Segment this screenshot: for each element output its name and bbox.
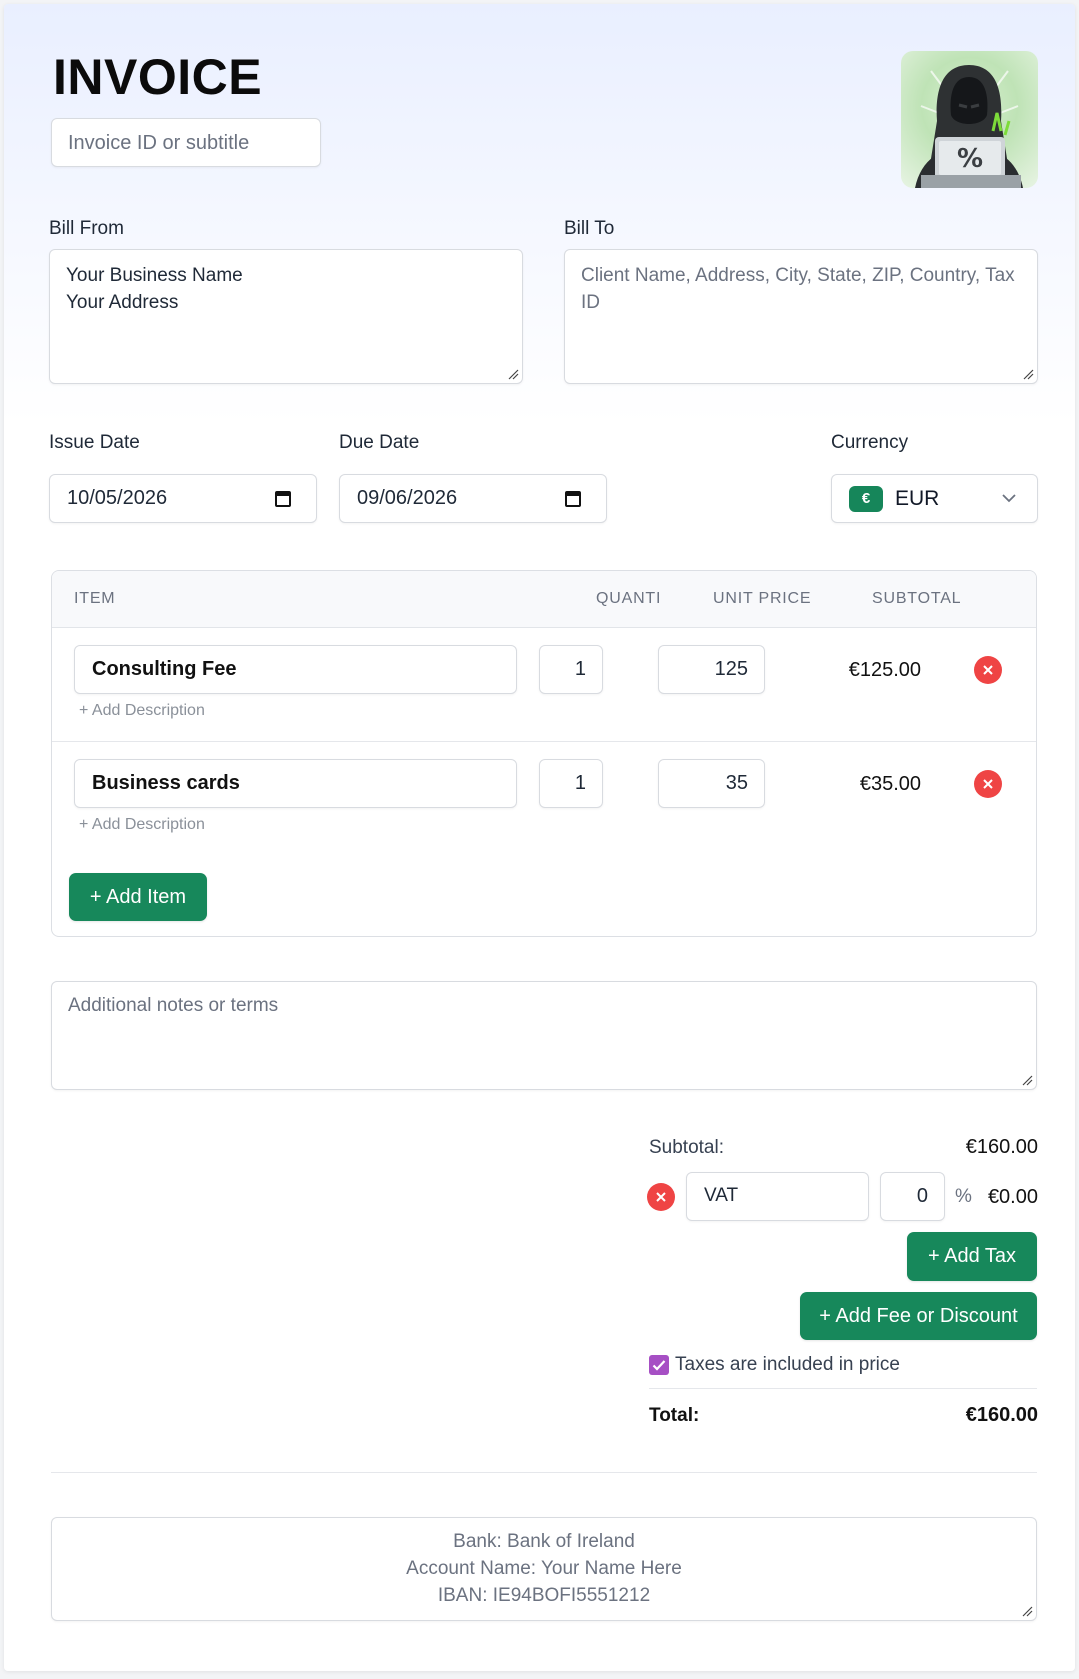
quantity-input[interactable]: 1 [539, 759, 603, 808]
delete-row-button[interactable] [974, 656, 1002, 684]
section-divider [51, 1472, 1037, 1473]
company-logo[interactable]: % [901, 51, 1038, 188]
column-header-subtotal: SUBTOTAL [872, 590, 962, 607]
calendar-icon[interactable] [275, 490, 291, 507]
items-table: ITEM QUANTI UNIT PRICE SUBTOTAL Consulti… [51, 570, 1037, 937]
currency-label: Currency [831, 432, 909, 453]
bank-line-2: Account Name: Your Name Here [406, 1558, 682, 1579]
due-date-label: Due Date [339, 432, 420, 453]
bill-from-line-2: Your Address [66, 292, 179, 313]
issue-date-value: 10/05/2026 [67, 487, 168, 509]
bill-from-line-1: Your Business Name [66, 265, 243, 286]
tax-name-input[interactable]: VAT [686, 1172, 869, 1221]
bill-from-textarea[interactable]: Your Business Name Your Address [49, 249, 523, 384]
close-icon [983, 779, 993, 789]
bank-line-3: IBAN: IE94BOFI5551212 [437, 1585, 651, 1606]
bill-from-label: Bill From [49, 218, 124, 239]
invoice-card: INVOICE Invoice ID or subtitle % Bill Fr… [4, 4, 1075, 1671]
bill-to-textarea[interactable]: Client Name, Address, City, State, ZIP, … [564, 249, 1038, 384]
unit-price-input[interactable]: 125 [658, 645, 765, 694]
quantity-input[interactable]: 1 [539, 645, 603, 694]
resize-handle-icon[interactable] [507, 368, 519, 380]
notes-textarea[interactable]: Additional notes or terms [51, 981, 1037, 1090]
bank-line-1: Bank: Bank of Ireland [453, 1531, 635, 1552]
delete-row-button[interactable] [974, 770, 1002, 798]
currency-code: EUR [895, 486, 940, 510]
column-header-item: ITEM [74, 590, 116, 607]
due-date-input[interactable]: 09/06/2026 [339, 474, 607, 523]
close-icon [983, 665, 993, 675]
add-description-link[interactable]: + Add Description [79, 816, 205, 834]
currency-select[interactable]: € EUR [831, 474, 1038, 523]
total-value: €160.00 [965, 1404, 1038, 1426]
tax-rate-input[interactable]: 0 [880, 1172, 945, 1221]
checkmark-icon [652, 1360, 666, 1371]
page-title: INVOICE [53, 49, 263, 105]
taxes-included-option[interactable]: Taxes are included in price [649, 1354, 900, 1376]
due-date-value: 09/06/2026 [357, 487, 458, 509]
percent-sign: % [955, 1186, 972, 1207]
unit-price-input[interactable]: 35 [658, 759, 765, 808]
total-label: Total: [649, 1405, 700, 1426]
row-subtotal: €35.00 [859, 773, 921, 795]
hacker-logo-icon: % [915, 65, 1023, 188]
subtotal-value: €160.00 [965, 1136, 1038, 1158]
logo-text: % [957, 144, 983, 174]
add-item-button[interactable]: + Add Item [69, 873, 207, 921]
calendar-icon[interactable] [565, 490, 581, 507]
row-subtotal: €125.00 [848, 659, 921, 681]
subtotal-label: Subtotal: [649, 1137, 724, 1158]
subtitle-input[interactable]: Invoice ID or subtitle [51, 118, 321, 167]
bank-details-textarea[interactable]: Bank: Bank of Ireland Account Name: Your… [51, 1517, 1037, 1621]
totals-divider [649, 1388, 1037, 1389]
column-header-unit-price: UNIT PRICE [713, 590, 812, 607]
resize-handle-icon[interactable] [1021, 1074, 1033, 1086]
tax-amount: €0.00 [987, 1186, 1038, 1208]
remove-tax-button[interactable] [647, 1183, 675, 1211]
chevron-down-icon [1002, 494, 1016, 503]
issue-date-input[interactable]: 10/05/2026 [49, 474, 317, 523]
taxes-included-checkbox[interactable] [649, 1355, 669, 1375]
close-icon [656, 1192, 666, 1202]
subtitle-placeholder: Invoice ID or subtitle [68, 132, 250, 154]
column-header-quantity: QUANTI [596, 590, 662, 607]
add-fee-discount-button[interactable]: + Add Fee or Discount [800, 1292, 1037, 1340]
row-divider [52, 741, 1036, 742]
bill-to-placeholder-2: ID [581, 292, 600, 313]
add-description-link[interactable]: + Add Description [79, 702, 205, 720]
bill-to-placeholder-1: Client Name, Address, City, State, ZIP, … [581, 265, 1015, 286]
notes-placeholder: Additional notes or terms [68, 995, 279, 1016]
item-name-input[interactable]: Consulting Fee [74, 645, 517, 694]
taxes-included-label: Taxes are included in price [675, 1354, 900, 1375]
items-table-header: ITEM QUANTI UNIT PRICE SUBTOTAL [52, 571, 1036, 628]
resize-handle-icon[interactable] [1021, 1605, 1033, 1617]
issue-date-label: Issue Date [49, 432, 140, 453]
item-name-input[interactable]: Business cards [74, 759, 517, 808]
resize-handle-icon[interactable] [1022, 368, 1034, 380]
add-tax-button[interactable]: + Add Tax [907, 1232, 1037, 1281]
euro-icon: € [849, 485, 883, 512]
bill-to-label: Bill To [564, 218, 615, 239]
